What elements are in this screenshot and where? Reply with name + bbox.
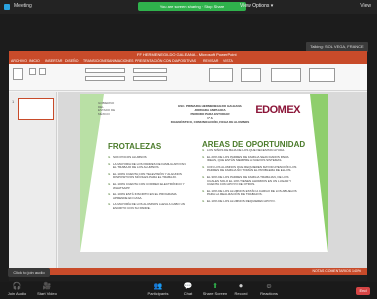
control-label: Start Video (37, 291, 57, 296)
tab-inicio[interactable]: INICIO (29, 59, 40, 63)
control-label: Chat (183, 291, 193, 296)
start-video-button[interactable]: 🎥 Start Video (32, 283, 62, 296)
tab-archivo[interactable]: ARCHIVO (11, 59, 27, 63)
chat-button[interactable]: 💬 Chat (173, 283, 203, 296)
control-label: Participants (147, 291, 169, 296)
tab-diseno[interactable]: DISEÑO (65, 59, 78, 63)
stop-share-button[interactable]: You are screen sharing · Stop Share (138, 2, 246, 11)
view-button[interactable]: View (360, 3, 371, 9)
list-item: CON LOS ALUMNOS QUE REQUIEREN MAYOR ATEN… (202, 165, 298, 173)
list-item: LOS NIÑOS DE BAJA DE LOS QUE NECESITAN A… (202, 148, 298, 153)
slide-header: ESC. PRIMARIA HERMENEGILDO GALEANA JORNA… (168, 104, 252, 124)
video-icon: 🎥 (42, 283, 52, 290)
list-item: EL 100% CUENTA CON CORREO ELECTRÓNICO Y … (108, 182, 190, 190)
areas-list: LOS NIÑOS DE BAJA DE LOS QUE NECESITAN A… (202, 148, 298, 207)
record-icon: ⏺ (239, 283, 243, 290)
record-button[interactable]: ⏺ Record (226, 283, 256, 296)
end-meeting-button[interactable]: End (356, 287, 370, 295)
list-item: EL 100% ESTÁ INSCRITO EN EL PROGRAMA APR… (108, 192, 190, 200)
list-item: EL 30% DE LOS PADRES DE FAMILIA TRABAJAN… (202, 175, 298, 187)
font-select[interactable] (85, 68, 125, 73)
list-item: EL 20% DE LOS PADRES DE FAMILIA SEAN DAD… (202, 155, 298, 163)
tab-vista[interactable]: VISTA (223, 59, 233, 63)
tab-presentacion[interactable]: PRESENTACIÓN CON DIAPOSITIVAS (135, 59, 196, 63)
slide-thumb-1[interactable]: 1 (12, 98, 54, 120)
gov-logo: GOBIERNO DEL ESTADO DE MÉXICO (98, 101, 118, 116)
font-format[interactable] (85, 76, 125, 81)
ribbon (9, 64, 367, 91)
slide-thumbnails: 1 (9, 92, 57, 268)
fortalezas-list: SON POCOS ALUMNOS LA MAYORIA DE LOS PADR… (108, 155, 190, 214)
shape-styles[interactable] (271, 68, 301, 82)
zoom-window: Meeting You are screen sharing · Stop Sh… (0, 0, 377, 299)
layout-icon[interactable] (39, 68, 46, 75)
header-line: DIAGNÓSTICO, COMUNICACIÓN, FICHA DE ALUM… (170, 120, 250, 124)
arrange-icon[interactable] (241, 68, 261, 82)
control-label: Reactions (260, 291, 278, 296)
find-replace[interactable] (309, 68, 335, 82)
paste-icon[interactable] (13, 68, 23, 80)
control-label: Join Audio (7, 291, 27, 296)
meeting-title: Meeting (14, 3, 32, 9)
tab-animaciones[interactable]: ANIMACIONES (109, 59, 134, 63)
tab-transiciones[interactable]: TRANSICIONES (83, 59, 109, 63)
green-shape-right (310, 94, 328, 252)
list-item: LA MAYORIA DE LOS PADRES DE FAMILIA APOY… (108, 162, 190, 170)
new-slide-icon[interactable] (29, 68, 36, 75)
slide: GOBIERNO DEL ESTADO DE MÉXICO ESC. PRIMA… (80, 94, 328, 252)
chat-icon: 💬 (183, 283, 193, 290)
align-tools[interactable] (133, 76, 167, 81)
list-item: EL 10% DE LOS ALUMNOS ESTÁN A CARGO DE L… (202, 189, 298, 197)
view-options-button[interactable]: View Options ▾ (240, 3, 273, 9)
reactions-button[interactable]: ☺ Reactions (254, 283, 284, 296)
list-item: EL 10% DE LOS ALUMNOS REQUIEREN APOYO. (202, 199, 298, 204)
join-audio-hint[interactable]: Click to join audio (8, 268, 50, 277)
control-label: Record (234, 291, 248, 296)
participants-icon: 👥 (153, 283, 163, 290)
status-tools[interactable]: NOTAS COMENTARIOS 140% (313, 269, 362, 273)
paragraph-tools[interactable] (133, 68, 167, 73)
reactions-icon: ☺ (265, 283, 273, 290)
doc-title: FF HERMENEGILDO GALEANA - Microsoft Powe… (137, 52, 237, 57)
edomex-logo: EDOMEX (255, 104, 300, 116)
pp-status-bar: DIAPOSITIVA 1 DE 1 NOTAS COMENTARIOS 140… (9, 268, 367, 275)
tab-revisar[interactable]: REVISAR (203, 59, 218, 63)
tab-insertar[interactable]: INSERTAR (45, 59, 62, 63)
list-item: LA MAYORÍA DE LOS ALUMNOS LLEVA A CABO U… (108, 202, 190, 210)
thumb-number: 1 (12, 99, 15, 104)
powerpoint-title-bar: FF HERMENEGILDO GALEANA - Microsoft Powe… (9, 51, 367, 58)
list-item: EL 100% CUENTA CON TELEVISIÓN Y ALGUNOS … (108, 172, 190, 180)
shapes-gallery[interactable] (209, 68, 233, 82)
join-audio-button[interactable]: 🎧 Join Audio (2, 283, 32, 296)
gov-logo-text-2: ESTADO DE MÉXICO (98, 108, 116, 116)
headphones-icon: 🎧 (12, 283, 22, 290)
green-shape-left (80, 94, 104, 252)
participants-button[interactable]: 👥 Participants (143, 283, 173, 296)
fortalezas-title: FROTALEZAS (108, 142, 162, 151)
zoom-controls: 🎧 Join Audio 🎥 Start Video 👥 Participant… (0, 282, 377, 299)
windows-taskbar (9, 275, 367, 281)
list-item: SON POCOS ALUMNOS (108, 155, 190, 160)
control-label: Share Screen (202, 291, 228, 296)
zoom-logo-icon (4, 4, 10, 10)
zoom-top-bar: Meeting You are screen sharing · Stop Sh… (0, 0, 377, 14)
